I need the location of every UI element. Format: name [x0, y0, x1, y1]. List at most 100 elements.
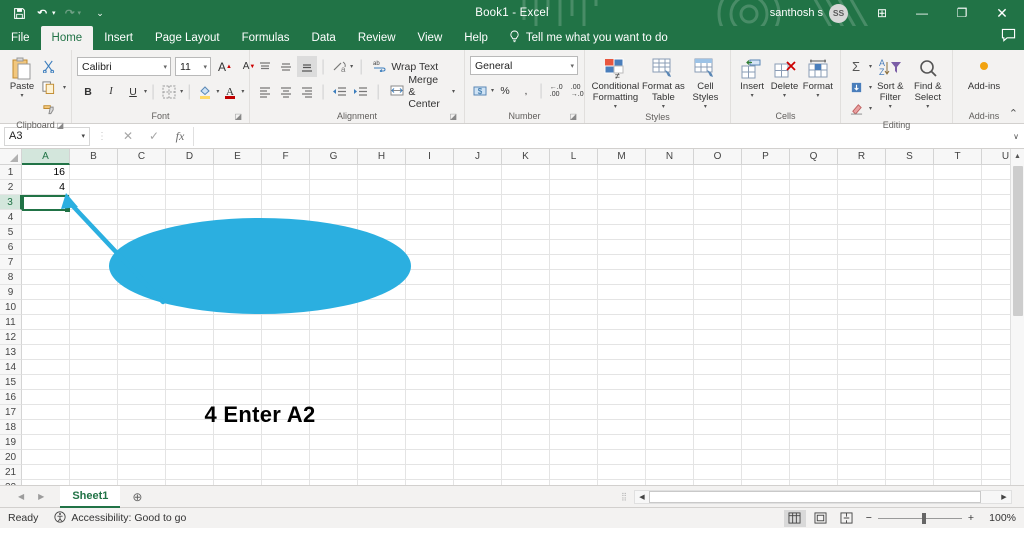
cell-D15[interactable]: [166, 375, 214, 390]
tab-home[interactable]: Home: [40, 26, 94, 50]
cancel-entry-icon[interactable]: ✕: [115, 129, 141, 143]
cell-R18[interactable]: [838, 420, 886, 435]
avatar[interactable]: SS: [829, 3, 848, 23]
worksheet-grid[interactable]: ABCDEFGHIJKLMNOPQRSTU 1 2 3 4 5 6 7 8 9 10 11 12 13 1…: [0, 149, 1024, 485]
cell-A15[interactable]: [22, 375, 70, 390]
cell-C2[interactable]: [118, 180, 166, 195]
increase-indent-icon[interactable]: [350, 81, 370, 102]
row-header-9[interactable]: 9: [0, 285, 22, 300]
fill-color-icon[interactable]: [195, 81, 215, 102]
row-header-12[interactable]: 12: [0, 330, 22, 345]
page-layout-view-icon[interactable]: [810, 510, 832, 527]
previous-sheet-icon[interactable]: ◀: [18, 492, 24, 501]
cell-T19[interactable]: [934, 435, 982, 450]
row-header-7[interactable]: 7: [0, 255, 22, 270]
cell-Q13[interactable]: [790, 345, 838, 360]
cell-D7[interactable]: [166, 255, 214, 270]
cell-J2[interactable]: [454, 180, 502, 195]
cell-C12[interactable]: [118, 330, 166, 345]
cell-C21[interactable]: [118, 465, 166, 480]
cell-O11[interactable]: [694, 315, 742, 330]
cell-L1[interactable]: [550, 165, 598, 180]
cell-R15[interactable]: [838, 375, 886, 390]
cell-M2[interactable]: [598, 180, 646, 195]
cell-R11[interactable]: [838, 315, 886, 330]
cell-S19[interactable]: [886, 435, 934, 450]
cell-I3[interactable]: [406, 195, 454, 210]
normal-view-icon[interactable]: [783, 509, 806, 527]
cell-N16[interactable]: [646, 390, 694, 405]
cell-N12[interactable]: [646, 330, 694, 345]
cell-J6[interactable]: [454, 240, 502, 255]
cell-C20[interactable]: [118, 450, 166, 465]
number-format-select[interactable]: General ▾: [470, 56, 578, 75]
cell-B2[interactable]: [70, 180, 118, 195]
column-header-I[interactable]: I: [406, 149, 454, 165]
cell-O10[interactable]: [694, 300, 742, 315]
cell-J20[interactable]: [454, 450, 502, 465]
increase-decimal-icon[interactable]: ←.0.00: [546, 80, 566, 101]
tab-file[interactable]: File: [0, 26, 41, 50]
cell-I16[interactable]: [406, 390, 454, 405]
cell-M15[interactable]: [598, 375, 646, 390]
next-sheet-icon[interactable]: ▶: [38, 492, 44, 501]
cell-O6[interactable]: [694, 240, 742, 255]
cell-K3[interactable]: [502, 195, 550, 210]
sort-filter-dropdown-icon[interactable]: ▾: [889, 104, 892, 111]
cell-T20[interactable]: [934, 450, 982, 465]
cell-K1[interactable]: [502, 165, 550, 180]
cell-I1[interactable]: [406, 165, 454, 180]
row-header-1[interactable]: 1: [0, 165, 22, 180]
cell-A11[interactable]: [22, 315, 70, 330]
cell-L19[interactable]: [550, 435, 598, 450]
cell-L4[interactable]: [550, 210, 598, 225]
cell-B15[interactable]: [70, 375, 118, 390]
cell-H3[interactable]: [358, 195, 406, 210]
tell-me-search[interactable]: Tell me what you want to do: [499, 26, 678, 50]
cell-H5[interactable]: [358, 225, 406, 240]
cell-A7[interactable]: [22, 255, 70, 270]
cell-A16[interactable]: [22, 390, 70, 405]
cell-D10[interactable]: [166, 300, 214, 315]
cell-J7[interactable]: [454, 255, 502, 270]
cell-G12[interactable]: [310, 330, 358, 345]
cell-C8[interactable]: [118, 270, 166, 285]
cell-H12[interactable]: [358, 330, 406, 345]
minimize-button[interactable]: —: [902, 0, 942, 26]
cell-M10[interactable]: [598, 300, 646, 315]
cell-E20[interactable]: [214, 450, 262, 465]
cell-F14[interactable]: [262, 360, 310, 375]
cell-P19[interactable]: [742, 435, 790, 450]
cell-S17[interactable]: [886, 405, 934, 420]
cell-M14[interactable]: [598, 360, 646, 375]
align-bottom-icon[interactable]: [297, 56, 317, 77]
cell-K16[interactable]: [502, 390, 550, 405]
column-header-T[interactable]: T: [934, 149, 982, 165]
zoom-out-button[interactable]: −: [866, 512, 872, 524]
tab-help[interactable]: Help: [453, 26, 499, 50]
scroll-left-icon[interactable]: ◀: [635, 493, 649, 501]
borders-icon[interactable]: [159, 81, 179, 102]
cell-A18[interactable]: [22, 420, 70, 435]
find-select-button[interactable]: Find & Select ▾: [909, 54, 947, 111]
cell-E14[interactable]: [214, 360, 262, 375]
cell-K6[interactable]: [502, 240, 550, 255]
column-header-P[interactable]: P: [742, 149, 790, 165]
cell-P7[interactable]: [742, 255, 790, 270]
cell-N2[interactable]: [646, 180, 694, 195]
cell-J19[interactable]: [454, 435, 502, 450]
cell-F4[interactable]: [262, 210, 310, 225]
cell-T17[interactable]: [934, 405, 982, 420]
cell-Q15[interactable]: [790, 375, 838, 390]
row-header-10[interactable]: 10: [0, 300, 22, 315]
fill-color-dropdown-icon[interactable]: ▾: [216, 88, 219, 95]
clear-icon[interactable]: [846, 98, 866, 119]
cell-D3[interactable]: [166, 195, 214, 210]
cell-C11[interactable]: [118, 315, 166, 330]
cell-P3[interactable]: [742, 195, 790, 210]
cell-K11[interactable]: [502, 315, 550, 330]
cell-B1[interactable]: [70, 165, 118, 180]
cell-A6[interactable]: [22, 240, 70, 255]
ribbon-display-options-icon[interactable]: ⊞: [862, 0, 902, 26]
row-header-14[interactable]: 14: [0, 360, 22, 375]
